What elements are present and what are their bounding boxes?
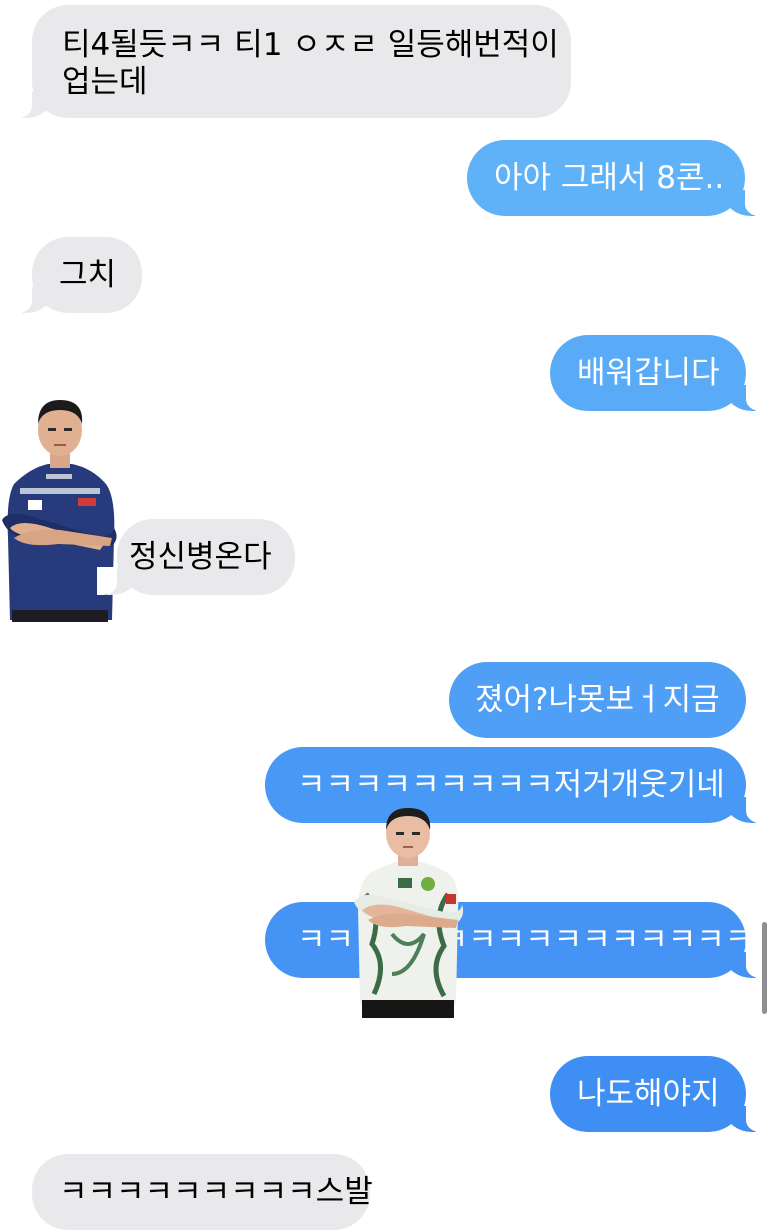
message-text: 나도해야지 (577, 1076, 720, 1112)
message-bubble-sent[interactable]: 배워갑니다 (550, 335, 766, 411)
message-text: 그치 (59, 257, 117, 293)
message-bubble-sent[interactable]: 아아 그래서 8콘.. (467, 140, 765, 216)
bubble-tail (12, 90, 52, 118)
message-text: 정신병온다 (129, 539, 272, 575)
message-text: ㅋㅋㅋㅋㅋㅋㅋㅋㅋ스발 (59, 1174, 373, 1210)
bubble-tail (726, 950, 766, 978)
message-text: 배워갑니다 (577, 355, 720, 391)
message-bubble-sent[interactable]: ㅋㅋㅋㅋㅋㅋㅋㅋㅋㅋㅋㅋㅋㅋㅋㅋ (265, 902, 766, 978)
message-bubble-sent[interactable]: 나도해야지 (550, 1056, 766, 1132)
bubble-tail (725, 188, 765, 216)
message-text-line: 티4될듯ㅋㅋ 티1 ㅇㅈㄹ 일등해번적이 (62, 27, 559, 63)
message-bubble-sent[interactable]: 졌어?나못보ㅓ지금 (449, 662, 746, 738)
message-text: 졌어?나못보ㅓ지금 (475, 682, 720, 718)
bubble-tail (726, 383, 766, 411)
message-text: 아아 그래서 8콘.. (494, 160, 725, 196)
bubble-tail (726, 1104, 766, 1132)
message-text-line: 업는데 (62, 64, 148, 100)
message-bubble-received[interactable]: ㅋㅋㅋㅋㅋㅋㅋㅋㅋ스발 (32, 1154, 373, 1230)
message-bubble-received[interactable]: 정신병온다 (97, 519, 295, 595)
player-sticker-green[interactable] (352, 804, 464, 1018)
bubble-tail (726, 795, 766, 823)
message-bubble-received[interactable]: 그치 (12, 237, 142, 313)
scroll-indicator[interactable] (762, 922, 767, 1014)
bubble-tail (97, 567, 137, 595)
person-sticker-icon (354, 808, 464, 1018)
message-text: ㅋㅋㅋㅋㅋㅋㅋㅋㅋ저거개웃기네 (297, 767, 725, 803)
message-bubble-received[interactable]: 티4될듯ㅋㅋ 티1 ㅇㅈㄹ 일등해번적이 업는데 (12, 5, 571, 118)
message-bubble-sent[interactable]: ㅋㅋㅋㅋㅋㅋㅋㅋㅋ저거개웃기네 (265, 747, 766, 823)
bubble-tail (12, 285, 52, 313)
